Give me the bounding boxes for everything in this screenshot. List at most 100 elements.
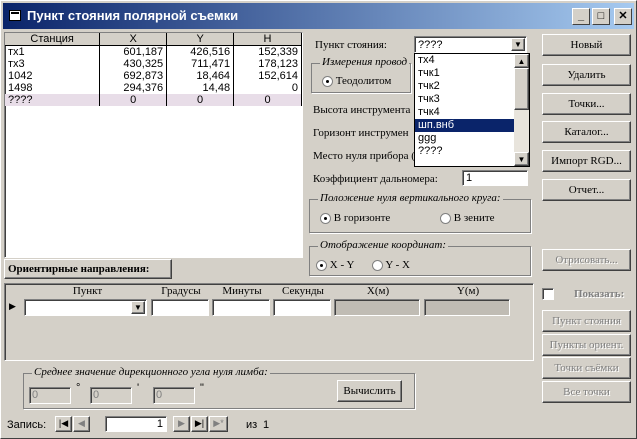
table-row[interactable]: 1498 294,376 14,48 0: [5, 82, 302, 94]
radio-label: В горизонте: [333, 212, 391, 224]
measure-group-caption: Измерения провод: [320, 56, 410, 68]
cell[interactable]: 1042: [5, 70, 101, 82]
cell[interactable]: 0: [233, 82, 302, 94]
cell[interactable]: 1498: [5, 82, 101, 94]
orient-x-field: [334, 299, 420, 316]
instr-horizon-label: Горизонт инструмен: [313, 127, 409, 139]
orient-sec-field[interactable]: [273, 299, 331, 316]
station-dropdown-list[interactable]: тх4 тчк1 тчк2 тчк3 тчк4 шп.внб ggg ???? …: [414, 53, 530, 167]
dropdown-item[interactable]: ????: [415, 145, 529, 158]
dropdown-item[interactable]: тчк4: [415, 106, 529, 119]
col-x[interactable]: X: [99, 33, 168, 46]
cell[interactable]: тх3: [5, 58, 101, 70]
orient-grid[interactable]: Пункт Градусы Минуты Секунды X(м) Y(м) ▶…: [4, 283, 534, 361]
import-rgd-button[interactable]: Импорт RGD...: [542, 150, 631, 172]
next-record-icon[interactable]: ▶: [173, 416, 190, 432]
catalog-button[interactable]: Каталог...: [542, 121, 631, 143]
orient-min-field[interactable]: [212, 299, 270, 316]
cell[interactable]: 430,325: [99, 58, 168, 70]
window-title: Пункт стояния полярной съемки: [27, 8, 239, 23]
avg-sec-field: 0: [153, 387, 195, 404]
col-y[interactable]: Y: [166, 33, 235, 46]
cell[interactable]: 178,123: [233, 58, 302, 70]
avg-deg-field: 0: [29, 387, 71, 404]
radio-horizon[interactable]: В горизонте: [320, 212, 390, 224]
total-records: 1: [263, 419, 270, 431]
cell[interactable]: 601,187: [99, 45, 168, 58]
orient-point-combo[interactable]: ▼: [24, 299, 147, 316]
second-symbol: ": [200, 382, 204, 394]
cell[interactable]: тх1: [5, 45, 101, 58]
cell[interactable]: 0: [166, 94, 235, 106]
scroll-down-icon[interactable]: ▼: [514, 152, 529, 166]
prev-record-icon[interactable]: ◀: [73, 416, 90, 432]
report-button[interactable]: Отчет...: [542, 179, 631, 201]
radio-yx[interactable]: Y - X: [372, 259, 410, 271]
table-row[interactable]: тх1 601,187 426,516 152,339: [5, 45, 302, 58]
show-station-button[interactable]: Пункт стояния: [542, 310, 631, 332]
cell[interactable]: 711,471: [166, 58, 235, 70]
col-station[interactable]: Станция: [5, 33, 101, 46]
avg-min-field: 0: [90, 387, 132, 404]
cell[interactable]: 0: [99, 94, 168, 106]
dropdown-scrollbar[interactable]: ▲ ▼: [514, 54, 529, 166]
radio-icon: [322, 75, 333, 87]
minimize-button[interactable]: _: [572, 8, 590, 25]
close-button[interactable]: ✕: [614, 8, 632, 25]
last-record-icon[interactable]: ▶|: [191, 416, 208, 432]
cell[interactable]: 294,376: [99, 82, 168, 94]
cell[interactable]: 18,464: [166, 70, 235, 82]
radio-icon: [320, 212, 331, 224]
rangefinder-field[interactable]: 1: [462, 170, 528, 186]
dropdown-item[interactable]: тчк2: [415, 80, 529, 93]
show-survey-points-button[interactable]: Точки съёмки: [542, 357, 631, 379]
dropdown-item[interactable]: тчк1: [415, 67, 529, 80]
cell[interactable]: 426,516: [166, 45, 235, 58]
col-h[interactable]: H: [233, 33, 302, 46]
cell[interactable]: 152,339: [233, 45, 302, 58]
radio-theodolite[interactable]: Теодолитом: [322, 75, 391, 87]
dropdown-item[interactable]: ggg: [415, 132, 529, 145]
points-button[interactable]: Точки...: [542, 93, 631, 115]
show-orient-button[interactable]: Пункты ориент.: [542, 334, 631, 356]
chevron-down-icon[interactable]: ▼: [131, 301, 145, 314]
chevron-down-icon[interactable]: ▼: [511, 38, 525, 51]
zero-place-label: Место нуля прибора (: [313, 150, 415, 162]
app-window: Пункт стояния полярной съемки _ □ ✕ Стан…: [0, 0, 637, 439]
draw-button[interactable]: Отрисовать...: [542, 249, 631, 271]
delete-button[interactable]: Удалить: [542, 64, 631, 86]
record-label: Запись:: [7, 419, 47, 431]
radio-icon: [316, 259, 327, 271]
radio-xy[interactable]: X - Y: [316, 259, 354, 271]
table-row[interactable]: 1042 692,873 18,464 152,614: [5, 70, 302, 82]
show-checkbox[interactable]: [542, 288, 554, 300]
cell[interactable]: 0: [233, 94, 302, 106]
show-all-points-button[interactable]: Все точки: [542, 381, 631, 403]
calculate-button[interactable]: Вычислить: [337, 380, 402, 402]
first-record-icon[interactable]: |◀: [55, 416, 72, 432]
orient-deg-field[interactable]: [151, 299, 209, 316]
dropdown-item[interactable]: тчк3: [415, 93, 529, 106]
cell[interactable]: 692,873: [99, 70, 168, 82]
new-record-icon[interactable]: ▶*: [209, 416, 228, 432]
maximize-button[interactable]: □: [592, 8, 610, 25]
current-record-field[interactable]: 1: [105, 416, 167, 432]
dropdown-item[interactable]: тх4: [415, 54, 529, 67]
title-bar: Пункт стояния полярной съемки _ □ ✕: [3, 3, 634, 29]
cell[interactable]: ????: [5, 94, 101, 106]
scroll-thumb[interactable]: [514, 68, 529, 110]
radio-zenith[interactable]: В зените: [440, 212, 495, 224]
new-button[interactable]: Новый: [542, 34, 631, 56]
orient-col-sec: Секунды: [282, 285, 324, 297]
station-point-combo[interactable]: ???? ▼: [414, 36, 527, 53]
cell[interactable]: 14,48: [166, 82, 235, 94]
stations-table[interactable]: Станция X Y H тх1 601,187 426,516 152,339 т…: [4, 32, 303, 258]
scroll-up-icon[interactable]: ▲: [514, 54, 529, 68]
orient-header-button[interactable]: Ориентирные направления:: [4, 259, 172, 279]
rangefinder-label: Коэффициент дальномера:: [313, 173, 438, 185]
table-row-selected[interactable]: ???? 0 0 0: [5, 94, 302, 106]
dropdown-item-selected[interactable]: шп.внб: [415, 119, 529, 132]
measure-group: Измерения провод Теодолитом: [311, 56, 411, 93]
table-row[interactable]: тх3 430,325 711,471 178,123: [5, 58, 302, 70]
cell[interactable]: 152,614: [233, 70, 302, 82]
